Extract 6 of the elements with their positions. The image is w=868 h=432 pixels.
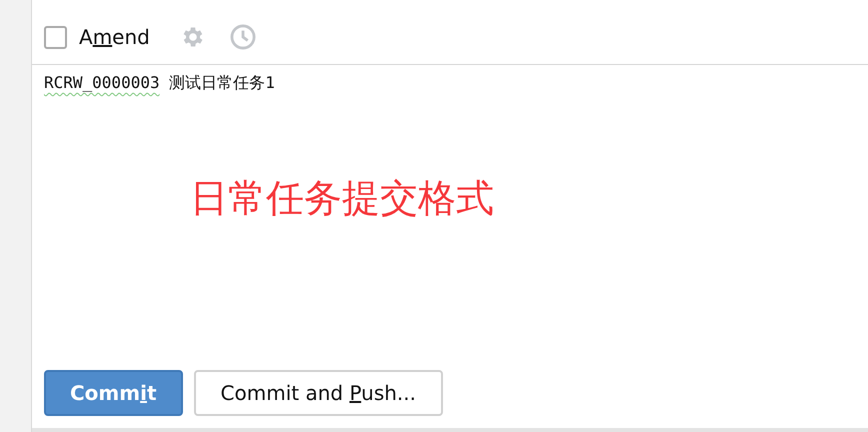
commit-and-push-button[interactable]: Commit and Push... (194, 370, 443, 416)
commit-button[interactable]: Commit (44, 370, 183, 416)
amend-checkbox[interactable]: Amend (44, 25, 150, 49)
commit-message-field[interactable]: RCRW_0000003 测试日常任务1 (32, 65, 868, 103)
history-icon[interactable] (228, 23, 257, 51)
annotation-text: 日常任务提交格式 (190, 175, 495, 222)
